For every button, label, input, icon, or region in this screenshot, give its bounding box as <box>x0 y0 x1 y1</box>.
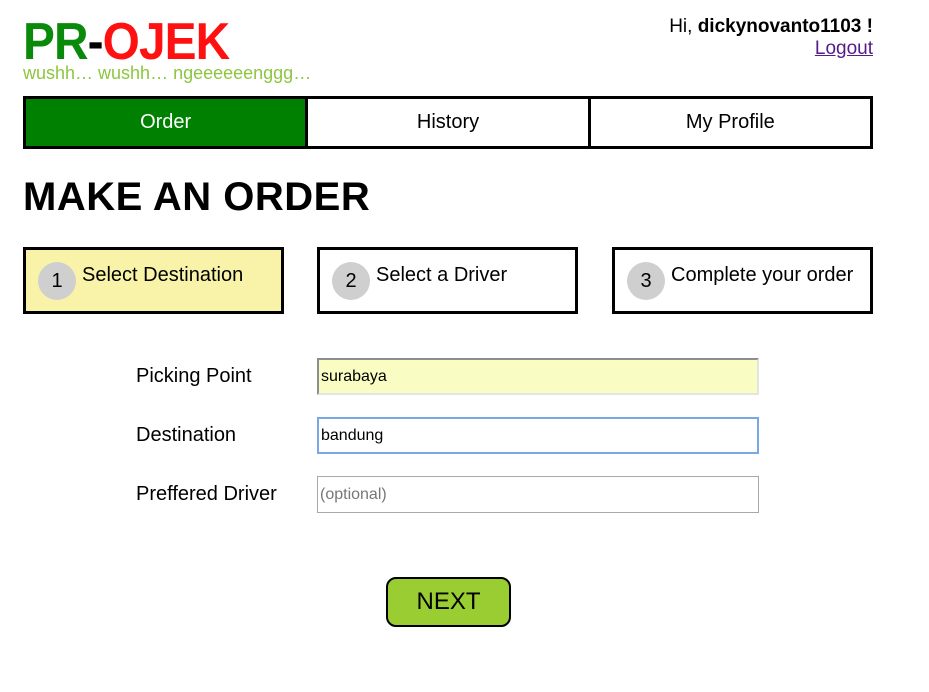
page-title: MAKE AN ORDER <box>23 175 371 219</box>
greeting-suffix: ! <box>861 16 873 37</box>
user-greeting: Hi, dickynovanto1103 ! <box>669 15 873 39</box>
next-button[interactable]: NEXT <box>386 577 511 627</box>
step-select-driver: 2 Select a Driver <box>317 247 578 314</box>
preferred-driver-label: Preffered Driver <box>136 483 277 505</box>
step-select-destination: 1 Select Destination <box>23 247 284 314</box>
step-number-badge: 1 <box>38 262 76 300</box>
step-label: Select Destination <box>82 264 244 286</box>
step-label: Select a Driver <box>376 264 508 286</box>
tab-history[interactable]: History <box>308 99 591 146</box>
username: dickynovanto1103 <box>697 16 862 37</box>
picking-point-input[interactable] <box>317 358 759 395</box>
page: PR-OJEK wushh… wushh… ngeeeeeenggg… Hi, … <box>0 0 929 692</box>
preferred-driver-input[interactable] <box>317 476 759 513</box>
step-number-badge: 2 <box>332 262 370 300</box>
tab-my-profile[interactable]: My Profile <box>591 99 870 146</box>
tagline: wushh… wushh… ngeeeeeenggg… <box>23 63 312 83</box>
picking-point-label: Picking Point <box>136 365 252 387</box>
main-nav: Order History My Profile <box>23 96 873 149</box>
logout-link[interactable]: Logout <box>815 38 873 60</box>
step-number-badge: 3 <box>627 262 665 300</box>
greeting-prefix: Hi, <box>669 16 698 37</box>
destination-label: Destination <box>136 424 237 446</box>
tab-order[interactable]: Order <box>26 99 309 146</box>
step-label: Complete your order <box>671 264 854 286</box>
step-complete-order: 3 Complete your order <box>612 247 873 314</box>
destination-input[interactable] <box>317 417 759 454</box>
